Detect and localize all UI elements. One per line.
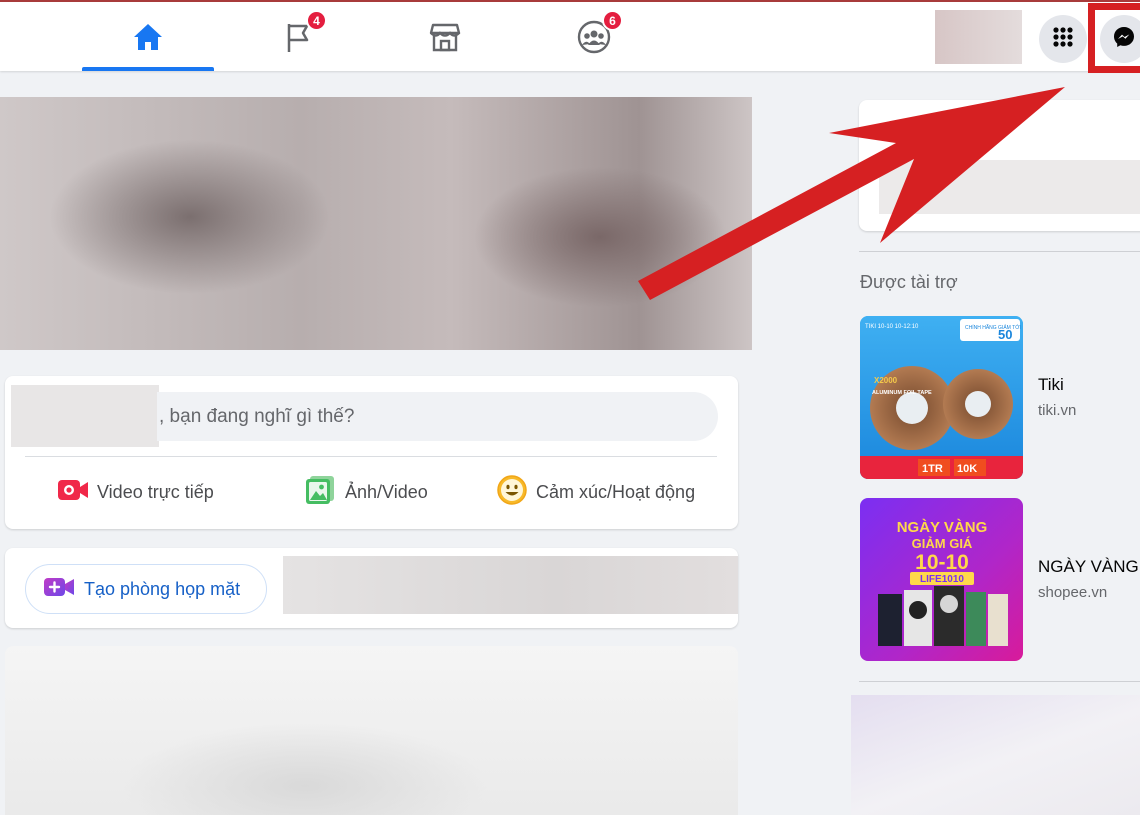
- live-video-icon: [57, 478, 89, 507]
- ad-image[interactable]: NGÀY VÀNG GIẢM GIÁ 10-10 LIFE1010: [860, 498, 1023, 661]
- right-column-card: [859, 100, 1140, 231]
- menu-button[interactable]: [1039, 15, 1087, 63]
- video-camera-plus-icon: [43, 575, 75, 604]
- tab-groups[interactable]: 6: [528, 2, 660, 71]
- create-room-button[interactable]: Tạo phòng họp mặt: [25, 564, 267, 614]
- photo-video-label: Ảnh/Video: [345, 481, 428, 502]
- ad-badge-small: CHÍNH HÃNG GIẢM TỚI: [965, 324, 1021, 331]
- tab-marketplace[interactable]: [379, 2, 511, 71]
- notification-badge: 6: [602, 10, 623, 31]
- ad-domain: shopee.vn: [1038, 584, 1108, 601]
- notification-badge: 4: [306, 10, 327, 31]
- ad-line-3: 10-10: [915, 551, 969, 574]
- live-video-label: Video trực tiếp: [97, 481, 214, 502]
- photo-video-button[interactable]: Ảnh/Video: [305, 474, 428, 510]
- sponsored-ad-tiki[interactable]: CHÍNH HÃNG GIẢM TỚI 50 TIKI 10-10 10-12:…: [860, 316, 1140, 479]
- composer-placeholder: , bạn đang nghĩ gì thế?: [159, 405, 355, 427]
- ad-product-text: ALUMINUM FOIL TAPE: [872, 390, 932, 396]
- post-composer: , bạn đang nghĩ gì thế? Video trực tiếp …: [5, 376, 738, 529]
- create-room-label: Tạo phòng họp mặt: [84, 578, 241, 599]
- right-card-content: [879, 160, 1140, 214]
- smiley-icon: [496, 474, 528, 511]
- book-ad-graphic: NGÀY VÀNG GIẢM GIÁ 10-10 LIFE1010: [860, 498, 1023, 661]
- ad-name[interactable]: NGÀY VÀNG: [1038, 557, 1139, 577]
- ad-brand: X2000: [874, 376, 898, 385]
- top-navigation-bar: 4 6: [0, 0, 1140, 71]
- messenger-highlight-box: [1088, 3, 1140, 73]
- home-icon: [131, 21, 165, 53]
- grid-menu-icon: [1051, 25, 1075, 54]
- rooms-card: Tạo phòng họp mặt: [5, 548, 738, 628]
- ad-code: LIFE1010: [920, 574, 964, 585]
- ad-line-1: NGÀY VÀNG: [897, 519, 988, 536]
- ad-image[interactable]: CHÍNH HÃNG GIẢM TỚI 50 TIKI 10-10 10-12:…: [860, 316, 1023, 479]
- divider: [859, 251, 1140, 252]
- profile-shortcut[interactable]: [935, 10, 1022, 64]
- feed-post[interactable]: [5, 646, 738, 815]
- ad-domain: tiki.vn: [1038, 402, 1077, 419]
- divider: [25, 456, 717, 457]
- feeling-activity-button[interactable]: Cảm xúc/Hoạt động: [496, 474, 695, 510]
- tape-ad-graphic: CHÍNH HÃNG GIẢM TỚI 50 TIKI 10-10 10-12:…: [860, 316, 1023, 479]
- sponsored-ad-shopee[interactable]: NGÀY VÀNG GIẢM GIÁ 10-10 LIFE1010 NGÀY V…: [860, 498, 1140, 661]
- tab-pages[interactable]: 4: [232, 2, 364, 71]
- divider: [859, 681, 1140, 682]
- right-column-contacts[interactable]: [851, 695, 1140, 815]
- room-contacts-strip[interactable]: [283, 556, 738, 614]
- ad-name[interactable]: Tiki: [1038, 375, 1064, 395]
- ad-footer-2: 10K: [957, 463, 977, 475]
- composer-input[interactable]: , bạn đang nghĩ gì thế?: [157, 392, 718, 441]
- store-icon: [428, 21, 462, 53]
- ad-footer-1: 1TR: [922, 463, 943, 475]
- ad-line-2: GIẢM GIÁ: [912, 536, 973, 551]
- sponsored-heading: Được tài trợ: [860, 272, 958, 292]
- live-video-button[interactable]: Video trực tiếp: [57, 474, 214, 510]
- tab-home[interactable]: [82, 2, 214, 71]
- ad-badge-big: 50: [998, 327, 1012, 342]
- avatar[interactable]: [11, 385, 159, 447]
- stories-area[interactable]: [0, 97, 752, 350]
- ad-corner-text: TIKI 10-10 10-12:10: [865, 324, 919, 330]
- feeling-activity-label: Cảm xúc/Hoạt động: [536, 481, 696, 502]
- photo-icon: [305, 475, 337, 510]
